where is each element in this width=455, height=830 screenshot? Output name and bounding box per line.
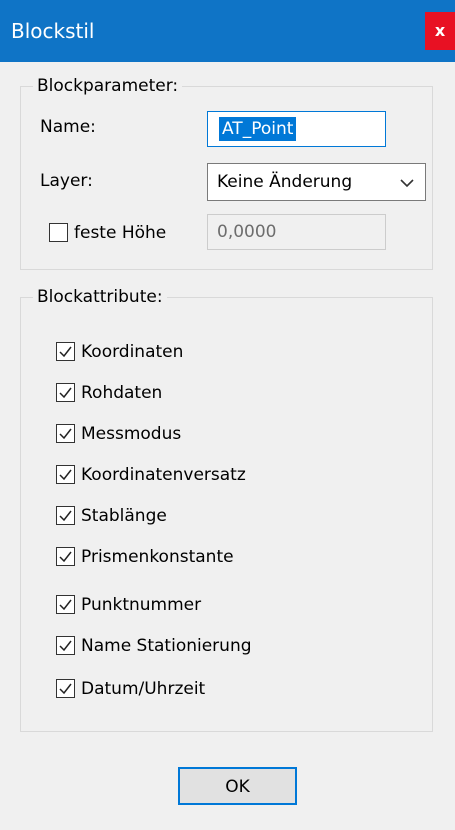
checkmark-icon [59,683,72,695]
checkmark-icon [59,551,72,563]
attribute-checkbox[interactable] [56,506,75,525]
close-button[interactable]: x [425,12,455,50]
attribute-checkbox[interactable] [56,342,75,361]
ok-button-label: OK [225,777,250,797]
attribute-label: Koordinatenversatz [81,465,246,485]
attribute-label: Punktnummer [81,595,202,615]
checkmark-icon [59,599,72,611]
blockstil-dialog: Blockstil x Blockparameter: Name: AT_Poi… [0,0,455,830]
ok-button[interactable]: OK [178,767,297,805]
attribute-checkbox[interactable] [56,465,75,484]
checkmark-icon [59,469,72,481]
block-parameters-group: Blockparameter: Name: AT_Point Layer: Ke… [20,74,433,270]
fixed-height-checkbox[interactable] [49,223,68,242]
title-bar[interactable]: Blockstil x [0,0,455,62]
checkmark-icon [59,640,72,652]
layer-select-value: Keine Änderung [217,172,353,192]
close-icon: x [434,21,446,40]
layer-select[interactable]: Keine Änderung [207,163,426,201]
attribute-checkbox[interactable] [56,547,75,566]
fixed-height-value: 0,0000 [217,222,277,242]
attribute-label: Rohdaten [81,383,163,403]
attribute-label: Messmodus [81,424,182,444]
dialog-title: Blockstil [11,19,95,43]
name-input[interactable]: AT_Point [207,111,386,147]
layer-label: Layer: [40,171,93,191]
attribute-label: Datum/Uhrzeit [81,679,206,699]
block-parameters-legend: Blockparameter: [33,74,183,98]
fixed-height-input: 0,0000 [207,214,386,250]
checkmark-icon [59,510,72,522]
attribute-checkbox[interactable] [56,679,75,698]
attribute-label: Stablänge [81,506,167,526]
fixed-height-label: feste Höhe [74,223,167,243]
checkmark-icon [59,428,72,440]
checkmark-icon [59,346,72,358]
attribute-label: Name Stationierung [81,636,252,656]
attribute-label: Prismenkonstante [81,547,234,567]
attribute-checkbox[interactable] [56,636,75,655]
attribute-label: Koordinaten [81,342,184,362]
block-attributes-legend: Blockattribute: [33,285,167,309]
chevron-down-icon [400,179,414,188]
name-label: Name: [40,117,96,137]
attribute-checkbox[interactable] [56,424,75,443]
attribute-checkbox[interactable] [56,383,75,402]
checkmark-icon [59,387,72,399]
name-input-value: AT_Point [219,117,297,141]
attribute-checkbox[interactable] [56,595,75,614]
